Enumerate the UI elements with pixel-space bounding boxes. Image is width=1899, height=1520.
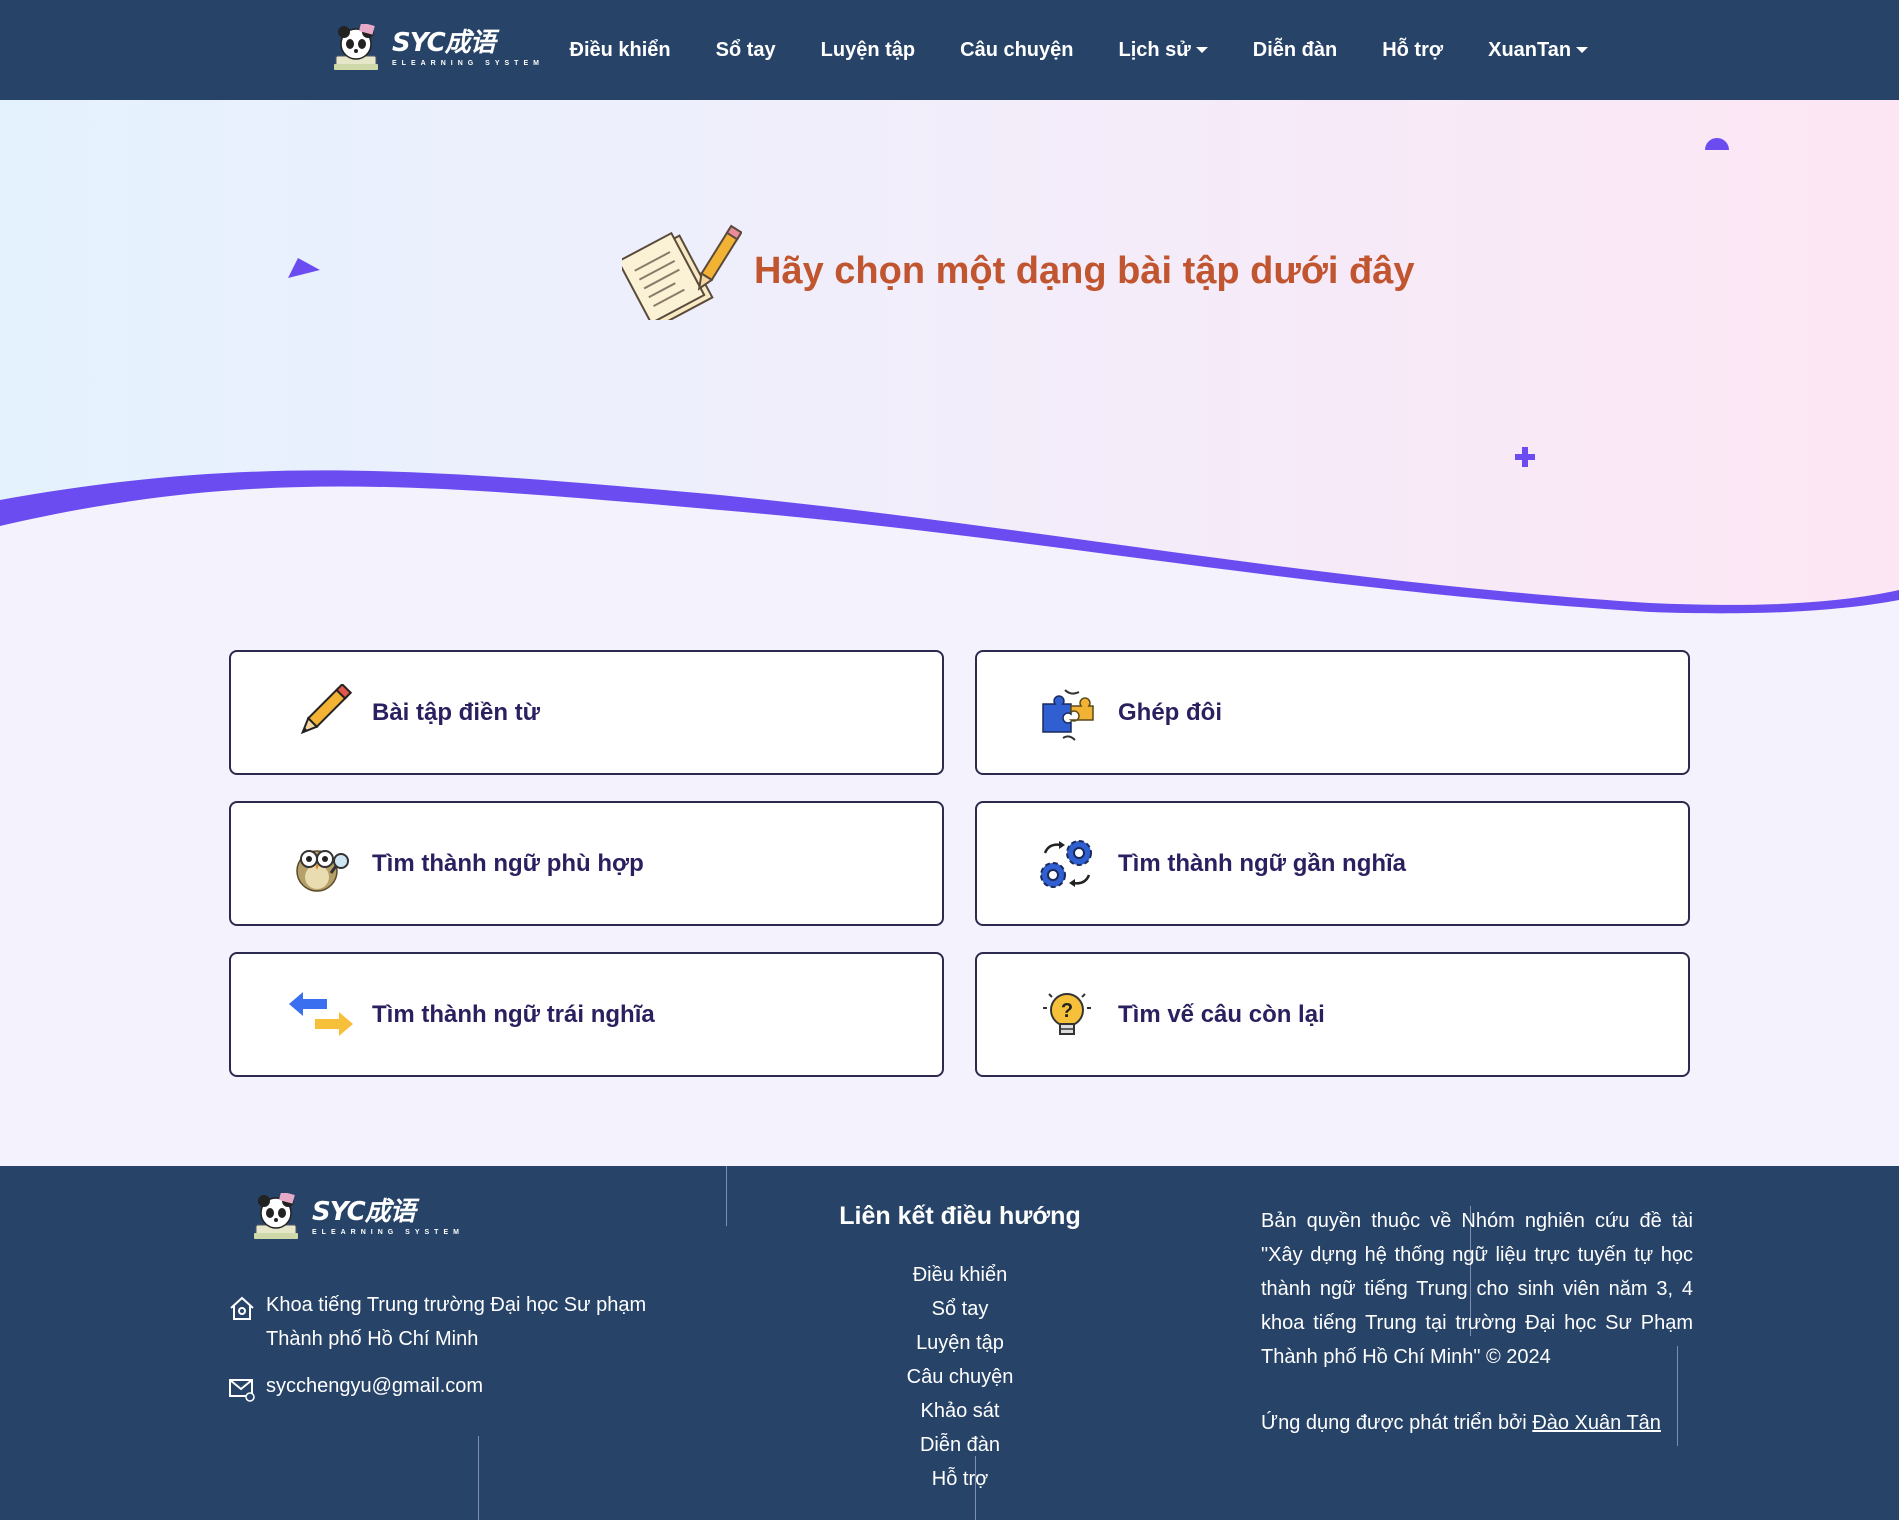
home-icon xyxy=(230,1296,254,1320)
site-logo[interactable]: SYC成语 ELEARNING SYSTEM xyxy=(330,24,544,74)
logo-brand-text: SYC成语 xyxy=(312,1197,416,1227)
nav-item-so-tay[interactable]: Sổ tay xyxy=(693,39,798,62)
footer-email: sycchengyu@gmail.com xyxy=(228,1369,483,1403)
triangle-decoration-icon xyxy=(288,258,320,278)
nav-label: Câu chuyện xyxy=(960,38,1074,61)
nav-item-cau-chuyen[interactable]: Câu chuyện xyxy=(938,39,1096,62)
address-line-2: Thành phố Hồ Chí Minh xyxy=(266,1328,479,1350)
hero-wave-divider xyxy=(0,470,1899,620)
caret-down-icon xyxy=(1195,47,1208,53)
exercise-card-fill-in[interactable]: Bài tập điền từ xyxy=(229,650,944,775)
footer-decor-line xyxy=(726,1166,727,1226)
owl-icon xyxy=(296,850,349,892)
footer-links-title: Liên kết điều hướng xyxy=(839,1202,1081,1230)
nav-item-ho-tro[interactable]: Hỗ trợ xyxy=(1360,39,1466,62)
nav-item-dien-dan[interactable]: Diễn đàn xyxy=(1230,39,1359,62)
exercise-card-find-antonym[interactable]: Tìm thành ngữ trái nghĩa xyxy=(229,952,944,1077)
developer-credit: Ứng dụng được phát triển bởi Đào Xuân Tâ… xyxy=(1261,1406,1661,1440)
logo-brand-text: SYC成语 xyxy=(392,28,496,58)
page-title: Hãy chọn một dạng bài tập dưới đây xyxy=(754,250,1415,292)
half-circle-decoration-icon xyxy=(1705,138,1729,150)
address-line-1: Khoa tiếng Trung trường Đại học Sư phạm xyxy=(266,1294,647,1316)
gears-icon xyxy=(1040,840,1092,888)
footer-links: Điều khiển Sổ tay Luyện tập Câu chuyện K… xyxy=(840,1258,1080,1496)
caret-down-icon xyxy=(1576,47,1589,53)
copyright-text: Bản quyền thuộc về Nhóm nghiên cứu đề tà… xyxy=(1261,1210,1693,1368)
nav-label: Diễn đàn xyxy=(1252,38,1338,61)
svg-text:?: ? xyxy=(1061,1000,1073,1022)
nav-label: Luyện tập xyxy=(820,38,916,61)
developer-prefix: Ứng dụng được phát triển bởi xyxy=(1261,1412,1527,1434)
main-nav: Điều khiển Sổ tay Luyện tập Câu chuyện L… xyxy=(547,0,1611,100)
footer-address: Khoa tiếng Trung trường Đại học Sư phạm … xyxy=(228,1288,646,1356)
logo-subtitle: ELEARNING SYSTEM xyxy=(312,1229,464,1236)
exercise-card-matching[interactable]: Ghép đôi xyxy=(975,650,1690,775)
exercise-card-find-rest-of-sentence[interactable]: ? Tìm vế câu còn lại xyxy=(975,952,1690,1077)
footer-link-dien-dan[interactable]: Diễn đàn xyxy=(840,1428,1080,1462)
user-menu-dropdown[interactable]: XuanTan xyxy=(1466,39,1611,62)
exercise-label: Bài tập điền từ xyxy=(372,698,541,726)
footer-decor-line xyxy=(478,1436,479,1520)
nav-label: Sổ tay xyxy=(715,38,776,61)
exercise-card-find-matching-idiom[interactable]: Tìm thành ngữ phù hợp xyxy=(229,801,944,926)
paper-pencil-icon xyxy=(622,224,742,320)
footer-link-khao-sat[interactable]: Khảo sát xyxy=(840,1394,1080,1428)
email-text[interactable]: sycchengyu@gmail.com xyxy=(266,1369,483,1403)
exercise-card-find-synonym[interactable]: Tìm thành ngữ gần nghĩa xyxy=(975,801,1690,926)
nav-item-luyen-tap[interactable]: Luyện tập xyxy=(798,39,937,62)
pencil-icon xyxy=(300,684,353,735)
nav-item-dieu-khien[interactable]: Điều khiển xyxy=(547,39,693,62)
exercise-label: Tìm thành ngữ phù hợp xyxy=(372,849,644,877)
exercise-label: Tìm thành ngữ trái nghĩa xyxy=(372,1000,655,1028)
exercise-label: Tìm vế câu còn lại xyxy=(1118,1000,1325,1028)
exercise-label: Tìm thành ngữ gần nghĩa xyxy=(1118,849,1407,877)
nav-item-lich-su-dropdown[interactable]: Lịch sử xyxy=(1096,39,1230,62)
footer-logo[interactable]: SYC成语 ELEARNING SYSTEM xyxy=(250,1193,464,1243)
panda-logo-icon xyxy=(334,24,378,70)
exercise-label: Ghép đôi xyxy=(1118,698,1222,726)
footer-link-so-tay[interactable]: Sổ tay xyxy=(840,1292,1080,1326)
site-footer: SYC成语 ELEARNING SYSTEM Khoa tiếng Trung … xyxy=(0,1166,1899,1520)
logo-subtitle: ELEARNING SYSTEM xyxy=(392,60,544,67)
nav-label: Lịch sử xyxy=(1118,38,1191,61)
panda-logo-icon xyxy=(254,1193,298,1239)
top-navbar: SYC成语 ELEARNING SYSTEM Điều khiển Sổ tay… xyxy=(0,0,1899,100)
email-icon xyxy=(229,1379,255,1402)
developer-link[interactable]: Đào Xuân Tân xyxy=(1532,1412,1661,1434)
nav-label: Hỗ trợ xyxy=(1382,38,1444,61)
footer-link-cau-chuyen[interactable]: Câu chuyện xyxy=(840,1360,1080,1394)
nav-label: Điều khiển xyxy=(569,38,671,61)
username-label: XuanTan xyxy=(1488,38,1572,61)
footer-link-luyen-tap[interactable]: Luyện tập xyxy=(840,1326,1080,1360)
lightbulb-icon: ? xyxy=(1043,993,1091,1035)
footer-link-dieu-khien[interactable]: Điều khiển xyxy=(840,1258,1080,1292)
footer-link-ho-tro[interactable]: Hỗ trợ xyxy=(840,1462,1080,1496)
puzzle-icon xyxy=(1042,689,1094,741)
swap-arrows-icon xyxy=(289,992,353,1036)
